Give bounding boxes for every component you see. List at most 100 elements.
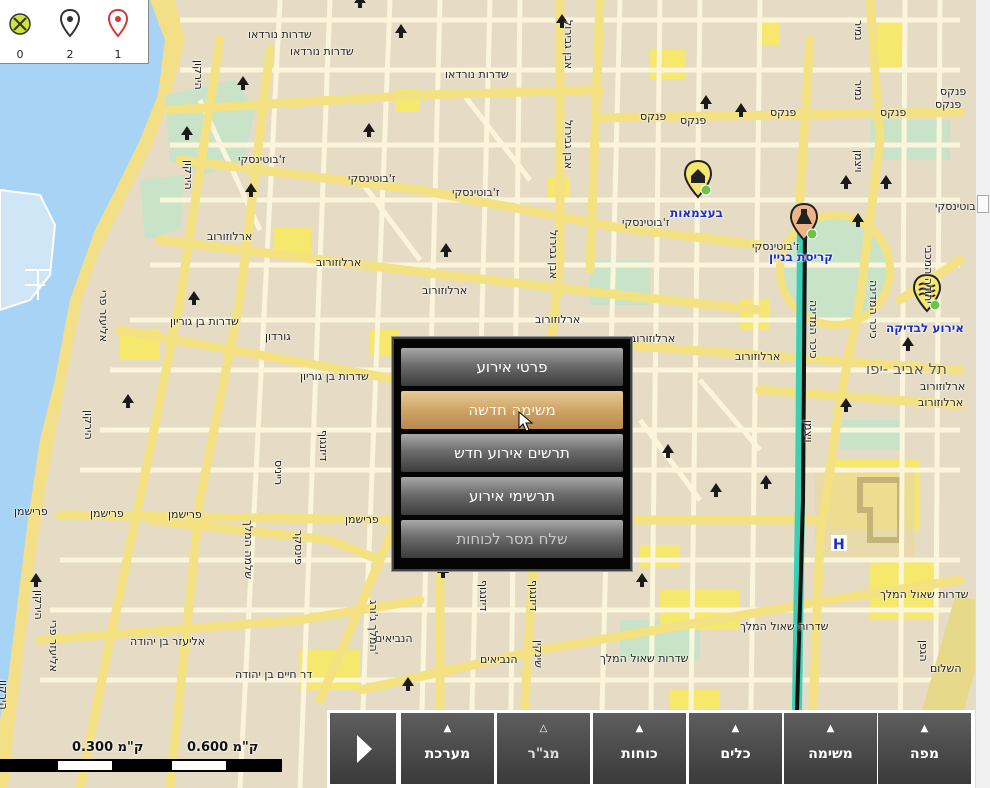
street-label: פנקס xyxy=(880,106,907,119)
street-label: פנקס xyxy=(770,106,797,119)
street-label: ז'בוטינסקי xyxy=(622,216,670,229)
toolbar-label-system: מערכת xyxy=(424,746,471,762)
counter-red[interactable]: 1 xyxy=(98,2,138,62)
chevron-up-icon: ▲ xyxy=(920,723,929,734)
scale-label-small: ק"מ 0.300 xyxy=(72,740,144,755)
street-label: הירקון xyxy=(0,680,10,710)
chevron-up-icon: ▲ xyxy=(826,723,835,734)
street-label: פרישמן xyxy=(14,505,48,518)
counter-cleared[interactable]: 0 xyxy=(0,2,40,62)
street-label: ויצמן xyxy=(802,420,815,443)
street-label: ארלוזורוב xyxy=(918,396,964,409)
play-icon xyxy=(357,735,372,763)
street-label: ארלוזורוב xyxy=(316,256,362,269)
street-label: הירקון xyxy=(192,60,205,90)
chevron-up-outline-icon: △ xyxy=(539,723,548,734)
menu-item-new-event-diagram[interactable]: תרשים אירוע חדש xyxy=(401,434,623,472)
street-label: גורדון xyxy=(265,330,291,343)
counter-dark-value: 2 xyxy=(66,48,74,61)
street-label: פרישמן xyxy=(168,508,202,521)
street-label: שדרות נורדאו xyxy=(290,45,354,58)
street-label: שדרות בן גוריון xyxy=(170,315,239,328)
street-label: השלום xyxy=(930,662,962,675)
play-button[interactable] xyxy=(330,713,396,784)
street-label: הירקון xyxy=(182,160,195,190)
street-label: פרישמן xyxy=(345,513,379,526)
street-label: ארלוזורוב xyxy=(422,284,468,297)
street-label: שדרות שאול המלך xyxy=(600,652,689,665)
street-label: דיזנגוף xyxy=(477,580,490,612)
poi-label-baatzmaut[interactable]: בעצמאות xyxy=(670,206,723,220)
toolbar-button-task[interactable]: ▲ משימה xyxy=(784,713,877,784)
toolbar-button-forces[interactable]: ▲ כוחות xyxy=(593,713,686,784)
poi-marker-baatzmaut[interactable] xyxy=(683,159,713,199)
chevron-up-icon: ▲ xyxy=(443,723,452,734)
chevron-up-icon: ▲ xyxy=(635,723,644,734)
toolbar-button-magar[interactable]: △ מג"ר xyxy=(497,713,590,784)
toolbar-button-map[interactable]: ▲ מפה xyxy=(878,713,971,784)
street-label: פנקס xyxy=(935,98,962,111)
menu-item-send-message: שלח מסר לכוחות xyxy=(401,520,623,558)
toolbar-button-tools[interactable]: ▲ כלים xyxy=(689,713,782,784)
street-label: שדרות נורדאו xyxy=(248,28,312,41)
vertical-scrollbar[interactable] xyxy=(975,0,990,788)
toolbar-label-tools: כלים xyxy=(720,746,751,762)
street-label: אבן גבירול xyxy=(562,120,575,170)
menu-item-event-diagrams[interactable]: תרשימי אירוע xyxy=(401,477,623,515)
street-label: אליעזר בן יהודה xyxy=(130,635,206,648)
marker-dark-icon xyxy=(59,8,81,38)
street-label: אבן גבירול xyxy=(547,230,560,280)
street-label: הנביאים xyxy=(480,653,518,666)
street-label: אליעזר פרי xyxy=(47,620,60,673)
poi-marker-krisat-binyan[interactable] xyxy=(789,202,819,242)
street-label: ויצמן xyxy=(852,150,865,173)
street-label: רייניס xyxy=(272,460,285,486)
street-label: אליעזר פרי xyxy=(97,290,110,343)
menu-item-new-task[interactable]: משימה חדשה xyxy=(401,391,623,429)
toolbar-label-map: מפה xyxy=(910,746,939,762)
street-label: נמיר xyxy=(852,20,865,41)
street-label: ז'בוטינסקי xyxy=(348,172,396,185)
street-label: דיזנגוף xyxy=(527,580,540,612)
bottom-toolbar: ▲ מערכת △ מג"ר ▲ כוחות ▲ כלים ▲ משימה ▲ … xyxy=(327,710,975,788)
scale-label-large: ק"מ 0.600 xyxy=(187,740,259,755)
street-label: ארלוזורוב xyxy=(920,380,966,393)
poi-label-eirua-livdika[interactable]: אירוע לבדיקה xyxy=(886,321,964,335)
street-label: שדרות בן גוריון xyxy=(300,370,369,383)
street-label: פנקס xyxy=(640,110,667,123)
svg-text:H: H xyxy=(833,537,845,553)
street-label: כיכר המדינה xyxy=(807,300,820,359)
flask-event-icon xyxy=(789,202,819,242)
scale-bar xyxy=(0,759,282,772)
street-label: ארלוזורוב xyxy=(735,350,781,363)
street-label: דיזנגוף xyxy=(317,430,330,462)
toolbar-label-forces: כוחות xyxy=(621,746,658,762)
street-label: פינסקר xyxy=(292,530,305,565)
city-label: תל אביב -יפו xyxy=(866,360,947,378)
street-label: הנביאים xyxy=(375,632,413,645)
house-event-icon xyxy=(683,159,713,199)
counter-dark[interactable]: 2 xyxy=(50,2,90,62)
street-label: אבן גבירול xyxy=(562,20,575,70)
street-label: ז'בוטינסקי xyxy=(752,240,800,253)
street-label: פרישמן xyxy=(90,507,124,520)
menu-item-event-details[interactable]: פרטי אירוע xyxy=(401,348,623,386)
street-label: שדרות שאול המלך xyxy=(740,620,829,633)
street-label: שלמה המלך xyxy=(242,520,255,580)
street-label: ארלוזורוב xyxy=(535,313,581,326)
counter-red-value: 1 xyxy=(114,48,122,61)
street-label: הירקון xyxy=(32,590,45,620)
street-label: ז'בוטינסקי xyxy=(935,200,975,213)
street-label: שדרות שאול המלך xyxy=(880,588,969,601)
marker-cleared-icon xyxy=(9,13,31,35)
street-label: הגפן xyxy=(917,640,930,662)
street-label: פנקס xyxy=(940,85,967,98)
toolbar-label-magar: מג"ר xyxy=(527,746,560,762)
map-scale: ק"מ 0.300 ק"מ 0.600 xyxy=(0,735,300,788)
street-label: שינקין xyxy=(532,640,545,668)
street-label: ז'בוטינסקי xyxy=(452,186,500,199)
event-context-menu: פרטי אירוע משימה חדשה תרשים אירוע חדש תר… xyxy=(392,337,632,571)
scrollbar-thumb[interactable] xyxy=(977,195,989,213)
toolbar-button-system[interactable]: ▲ מערכת xyxy=(401,713,494,784)
street-label: המלך ג'ורג' xyxy=(367,600,380,655)
